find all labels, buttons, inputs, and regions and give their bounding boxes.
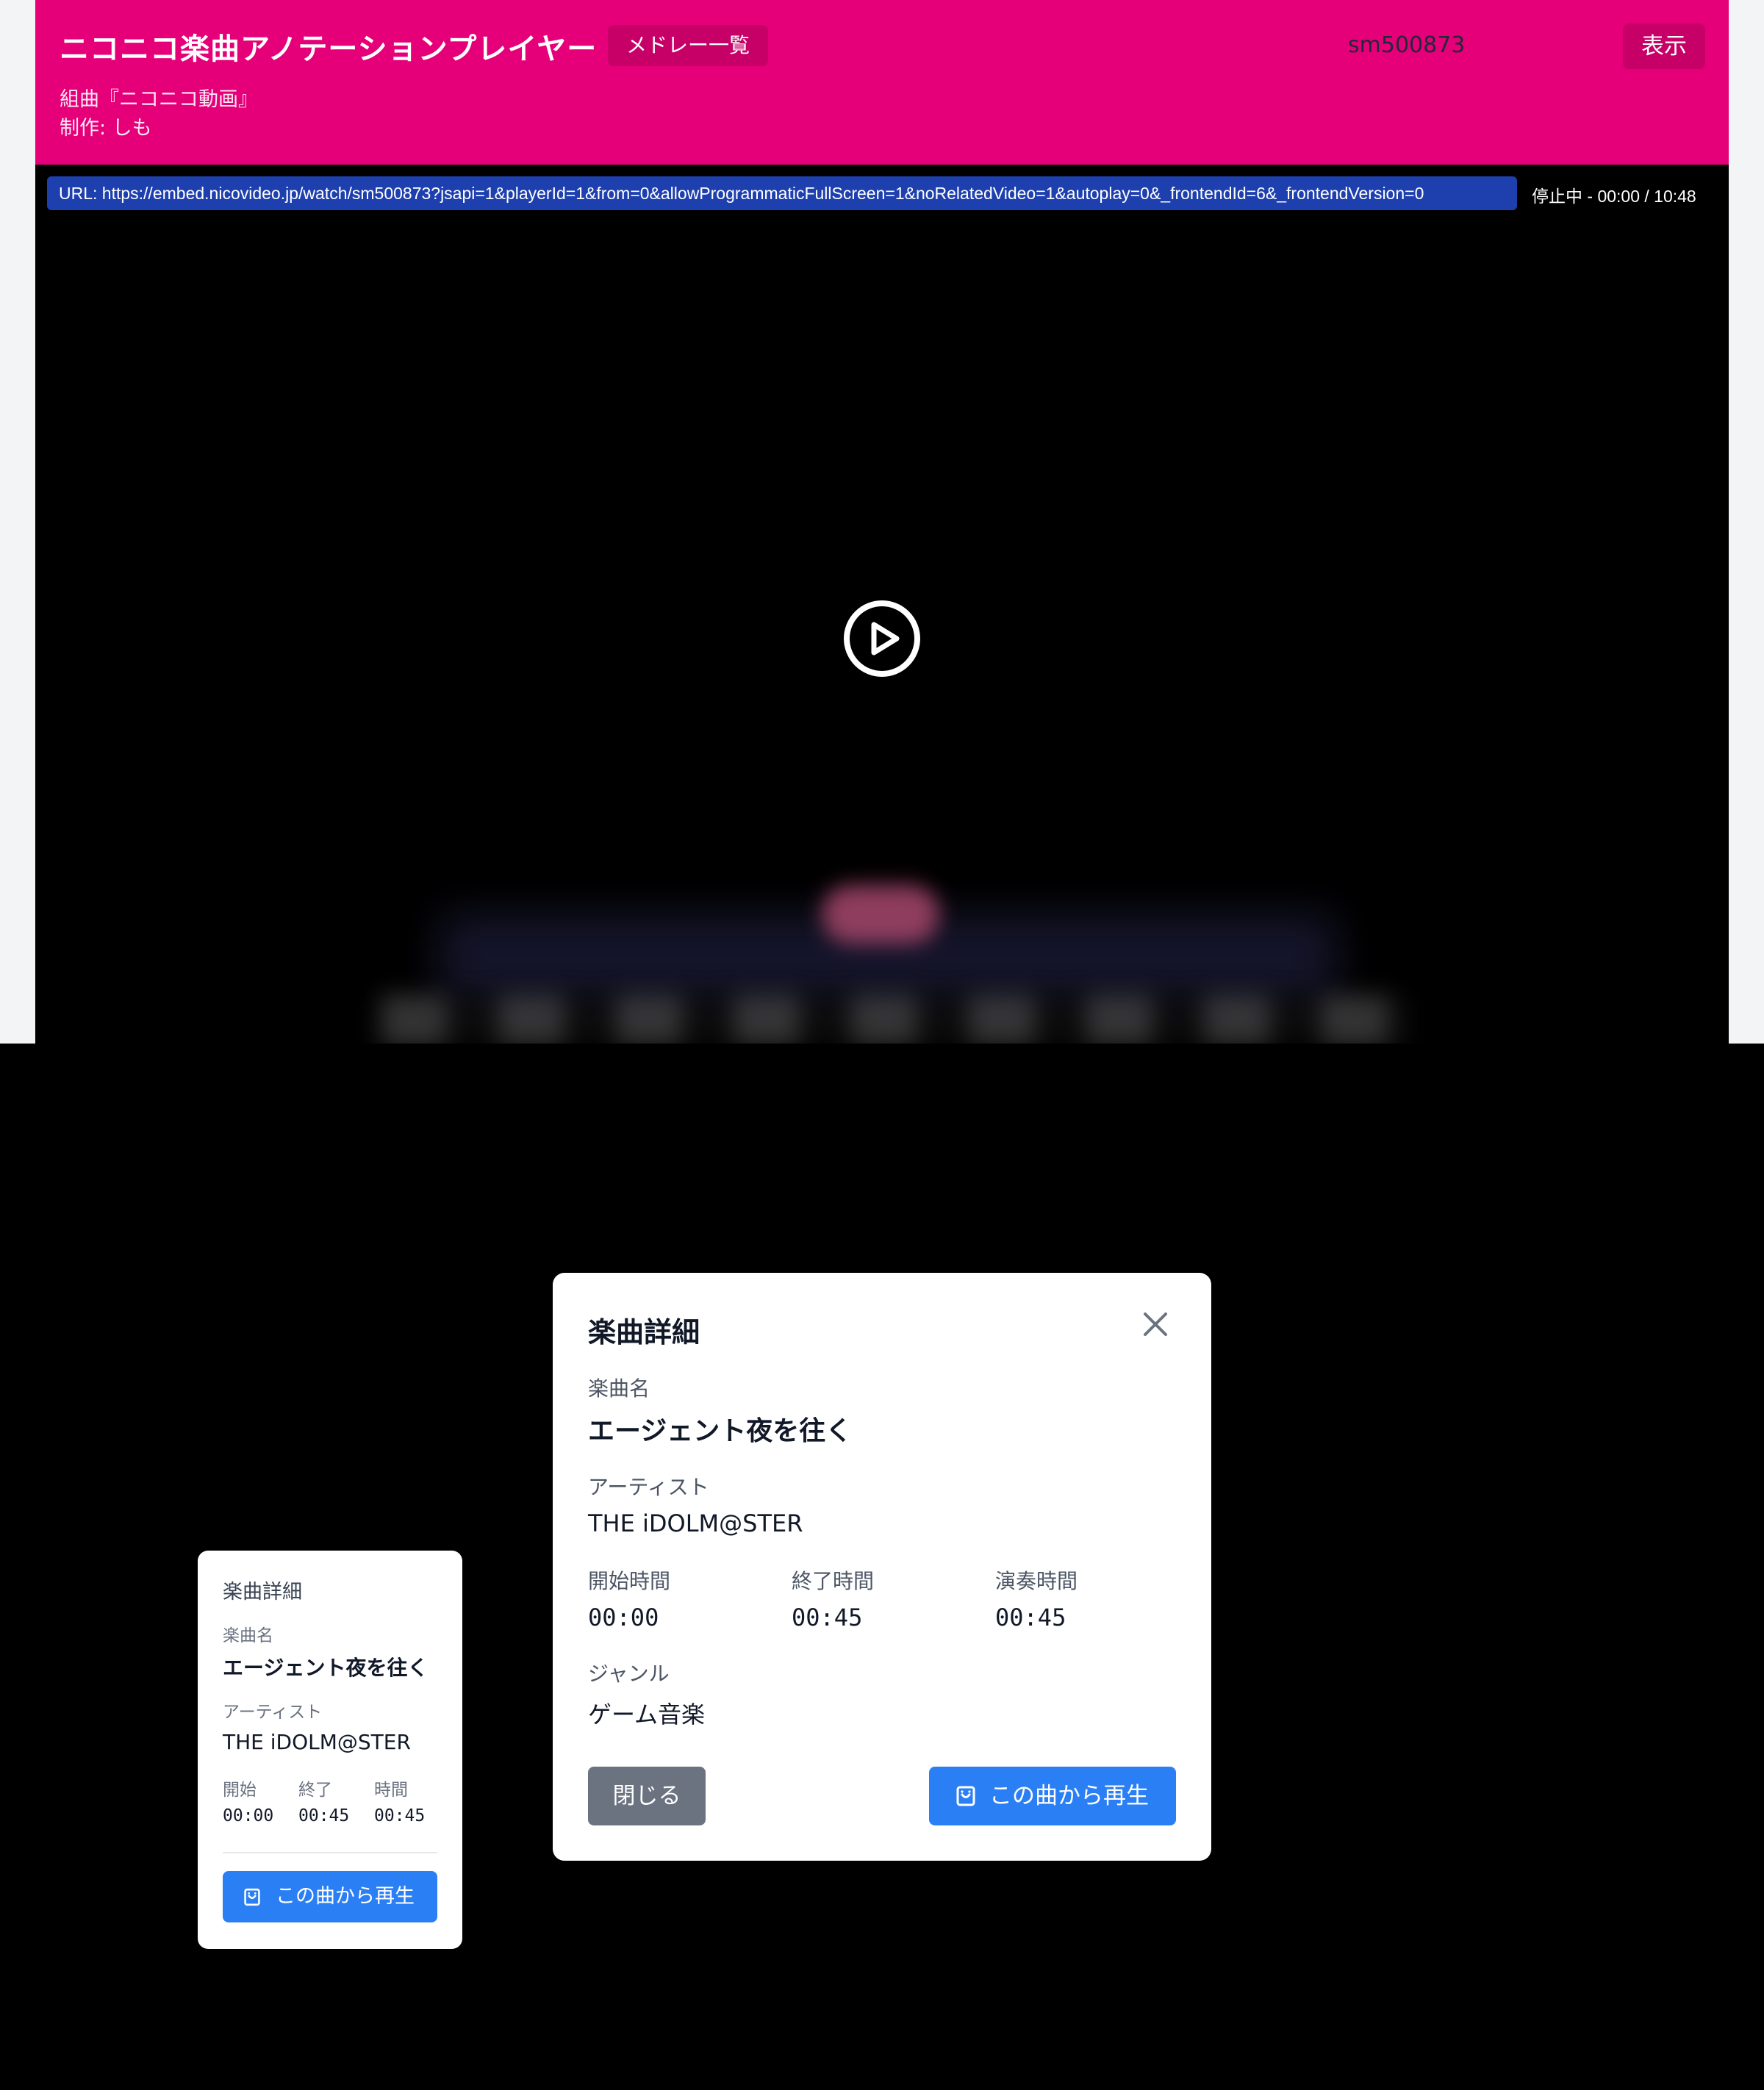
end-time-label: 終了時間 <box>792 1569 875 1593</box>
artist-name: THE iDOLM@STER <box>588 1509 803 1537</box>
medley-list-button[interactable]: メドレー一覧 <box>608 25 768 66</box>
play-circle-icon[interactable] <box>843 600 921 678</box>
close-button[interactable]: 閉じる <box>588 1767 706 1825</box>
app-header: ニコニコ楽曲アノテーションプレイヤー メドレー一覧 sm500873 表示 組曲… <box>35 0 1729 165</box>
show-button[interactable]: 表示 <box>1623 24 1705 69</box>
card-play-from-song-label: この曲から再生 <box>276 1885 415 1908</box>
card-start-label: 開始 <box>223 1781 257 1800</box>
play-from-song-icon <box>956 1786 975 1806</box>
play-from-song-button[interactable]: この曲から再生 <box>929 1767 1176 1825</box>
card-divider <box>223 1852 437 1853</box>
app-title: ニコニコ楽曲アノテーションプレイヤー <box>60 32 598 66</box>
play-from-song-label: この曲から再生 <box>989 1783 1149 1809</box>
artist-label: アーティスト <box>588 1475 709 1499</box>
video-id: sm500873 <box>1348 32 1466 58</box>
page-margin-right <box>1729 0 1764 1044</box>
card-end-time: 00:45 <box>298 1806 350 1825</box>
end-time: 00:45 <box>792 1604 863 1631</box>
card-song-name-label: 楽曲名 <box>223 1626 273 1645</box>
duration-label: 演奏時間 <box>995 1569 1078 1593</box>
card-play-from-song-button[interactable]: この曲から再生 <box>223 1871 437 1922</box>
medley-title: 組曲『ニコニコ動画』 <box>60 88 258 111</box>
start-time-label: 開始時間 <box>588 1569 671 1593</box>
play-from-song-icon <box>244 1888 260 1906</box>
card-artist-name: THE iDOLM@STER <box>223 1730 411 1754</box>
card-duration: 00:45 <box>374 1806 426 1825</box>
genre-label: ジャンル <box>588 1662 670 1686</box>
genre: ゲーム音楽 <box>588 1701 706 1728</box>
playback-status: 停止中 - 00:00 / 10:48 <box>1532 187 1696 206</box>
song-detail-modal: 楽曲詳細 楽曲名 エージェント夜を往く アーティスト THE iDOLM@STE… <box>553 1273 1211 1861</box>
close-icon[interactable] <box>1141 1310 1170 1339</box>
song-name: エージェント夜を往く <box>588 1416 853 1446</box>
card-end-label: 終了 <box>298 1781 332 1800</box>
card-title: 楽曲詳細 <box>223 1581 302 1604</box>
medley-author: 制作: しも <box>60 117 152 140</box>
song-name-label: 楽曲名 <box>588 1376 650 1401</box>
card-duration-label: 時間 <box>374 1781 408 1800</box>
video-thumbnail <box>351 885 1424 1044</box>
video-player[interactable]: URL: https://embed.nicovideo.jp/watch/sm… <box>35 165 1729 1044</box>
card-artist-label: アーティスト <box>223 1703 323 1722</box>
card-start-time: 00:00 <box>223 1806 274 1825</box>
card-song-name: エージェント夜を往く <box>223 1656 429 1680</box>
duration: 00:45 <box>995 1604 1066 1631</box>
start-time: 00:00 <box>588 1604 659 1631</box>
song-detail-card: 楽曲詳細 楽曲名 エージェント夜を往く アーティスト THE iDOLM@STE… <box>198 1551 462 1949</box>
modal-title: 楽曲詳細 <box>588 1316 700 1349</box>
page-margin-left <box>0 0 35 1044</box>
embed-url: URL: https://embed.nicovideo.jp/watch/sm… <box>47 176 1517 210</box>
